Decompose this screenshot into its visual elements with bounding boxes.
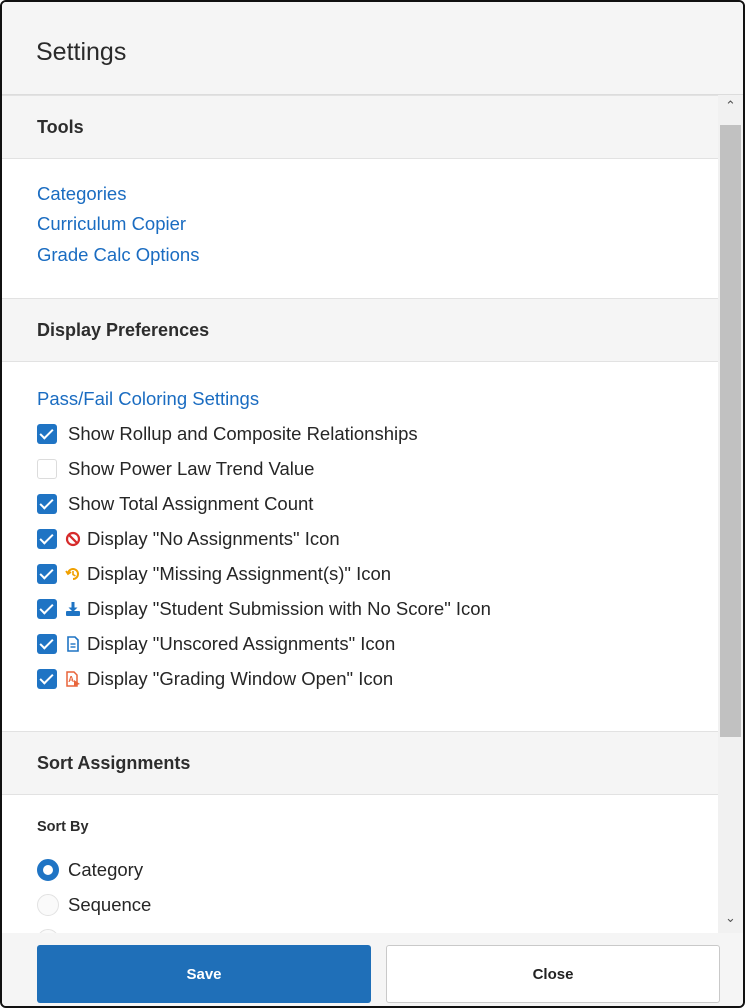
scroll-up-icon[interactable]: ⌃ <box>721 97 740 115</box>
missing-assignment-icon <box>65 568 79 580</box>
unscored-assignments-checkbox[interactable] <box>37 634 57 654</box>
settings-scroll-area[interactable]: Tools Categories Curriculum Copier Grade… <box>2 95 718 933</box>
category-radio[interactable] <box>37 859 59 881</box>
display-preferences-header-label: Display Preferences <box>37 320 210 340</box>
show-power-law-label: Show Power Law Trend Value <box>68 458 315 479</box>
sequence-radio-label: Sequence <box>68 894 152 915</box>
grading-window-icon: A <box>66 671 80 687</box>
option-unscored-assignments-icon[interactable]: Display "Unscored Assignments" Icon <box>37 632 395 656</box>
sort-assignments-section-header: Sort Assignments <box>2 731 718 795</box>
no-assignments-checkbox[interactable] <box>37 529 57 549</box>
svg-text:A: A <box>68 675 74 684</box>
show-total-count-label: Show Total Assignment Count <box>68 493 314 514</box>
scrollbar-thumb[interactable] <box>720 125 741 737</box>
submission-no-score-checkbox[interactable] <box>37 599 57 619</box>
show-rollup-checkbox[interactable] <box>37 424 57 444</box>
sort-assignments-header-label: Sort Assignments <box>37 753 191 773</box>
vertical-scrollbar[interactable]: ⌃ ⌄ <box>718 95 743 933</box>
option-no-assignments-icon[interactable]: Display "No Assignments" Icon <box>37 527 340 551</box>
categories-link[interactable]: Categories <box>37 183 126 205</box>
grading-window-label: Display "Grading Window Open" Icon <box>87 668 394 689</box>
sort-option-sequence[interactable]: Sequence <box>37 892 151 918</box>
close-button[interactable]: Close <box>386 945 720 1003</box>
curriculum-copier-link[interactable]: Curriculum Copier <box>37 213 186 235</box>
dialog-title-bar: Settings <box>2 2 743 95</box>
option-missing-assignment-icon[interactable]: Display "Missing Assignment(s)" Icon <box>37 562 391 586</box>
sort-by-label: Sort By <box>37 819 89 835</box>
show-power-law-checkbox[interactable] <box>37 459 57 479</box>
option-show-rollup[interactable]: Show Rollup and Composite Relationships <box>37 422 418 446</box>
dialog-title: Settings <box>36 38 127 66</box>
scroll-down-icon[interactable]: ⌄ <box>721 909 740 927</box>
show-total-count-checkbox[interactable] <box>37 494 57 514</box>
submission-download-icon <box>66 602 80 616</box>
grade-calc-options-link[interactable]: Grade Calc Options <box>37 244 199 266</box>
display-preferences-section-header: Display Preferences <box>2 298 718 362</box>
no-assignments-label: Display "No Assignments" Icon <box>87 528 340 549</box>
no-assignments-icon <box>65 531 81 547</box>
category-radio-label: Category <box>68 859 144 880</box>
sequence-radio[interactable] <box>37 894 59 916</box>
sort-option-category[interactable]: Category <box>37 857 143 883</box>
settings-dialog: Settings Tools Categories Curriculum Cop… <box>0 0 745 1008</box>
grading-window-checkbox[interactable] <box>37 669 57 689</box>
unscored-assignments-label: Display "Unscored Assignments" Icon <box>87 633 396 654</box>
option-show-power-law[interactable]: Show Power Law Trend Value <box>37 457 314 481</box>
tools-header-label: Tools <box>37 117 84 137</box>
dialog-footer: Save Close <box>2 933 743 1006</box>
save-button[interactable]: Save <box>37 945 371 1003</box>
tools-section-header: Tools <box>2 95 718 159</box>
missing-assignment-checkbox[interactable] <box>37 564 57 584</box>
option-submission-no-score-icon[interactable]: Display "Student Submission with No Scor… <box>37 597 491 621</box>
option-grading-window-icon[interactable]: A Display "Grading Window Open" Icon <box>37 667 393 691</box>
unscored-document-icon <box>67 636 79 652</box>
show-rollup-label: Show Rollup and Composite Relationships <box>68 423 418 444</box>
pass-fail-coloring-link[interactable]: Pass/Fail Coloring Settings <box>37 388 259 410</box>
submission-no-score-label: Display "Student Submission with No Scor… <box>87 598 491 619</box>
missing-assignment-label: Display "Missing Assignment(s)" Icon <box>87 563 392 584</box>
option-show-total-count[interactable]: Show Total Assignment Count <box>37 492 313 516</box>
